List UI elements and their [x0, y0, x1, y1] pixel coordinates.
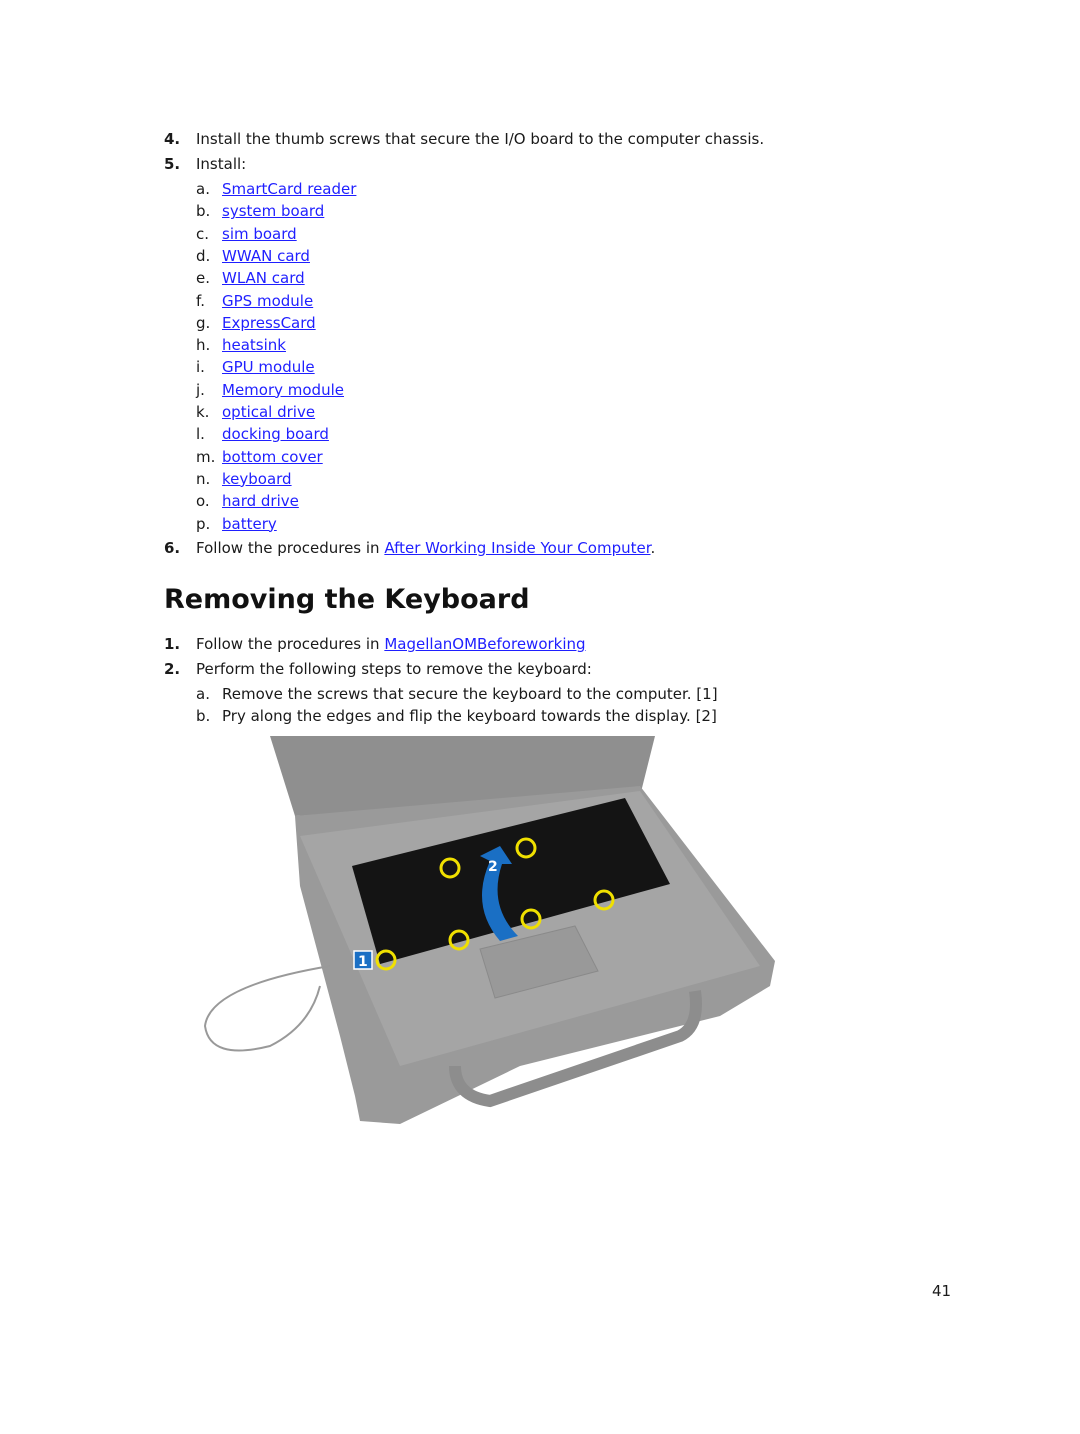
step-text: Perform the following steps to remove th… [196, 660, 592, 678]
install-item-link[interactable]: sim board [222, 225, 297, 243]
install-item-letter: j. [196, 380, 205, 399]
install-item: WWAN card [222, 246, 310, 266]
install-item-link[interactable]: GPU module [222, 358, 315, 376]
install-item-letter: i. [196, 358, 205, 377]
keyboard-removal-figure: 2 1 [203, 736, 775, 1124]
install-item: optical drive [222, 402, 315, 422]
install-item-link[interactable]: keyboard [222, 470, 292, 488]
step-number: 6. [164, 539, 181, 557]
install-item: GPS module [222, 291, 313, 311]
install-item: docking board [222, 424, 329, 444]
step-number: 5. [164, 155, 181, 173]
install-item: bottom cover [222, 447, 323, 467]
install-item-letter: o. [196, 492, 210, 511]
step-text: Install: [196, 155, 247, 173]
install-item-link[interactable]: WWAN card [222, 247, 310, 265]
after-working-link[interactable]: After Working Inside Your Computer [384, 539, 650, 557]
step-text: Install the thumb screws that secure the… [196, 130, 765, 148]
install-item-letter: f. [196, 291, 205, 310]
install-item-link[interactable]: GPS module [222, 292, 313, 310]
document-page: 4. Install the thumb screws that secure … [0, 0, 1080, 1434]
install-item-letter: p. [196, 514, 211, 533]
install-item: ExpressCard [222, 313, 316, 333]
install-item-link[interactable]: Memory module [222, 381, 344, 399]
install-item-link[interactable]: system board [222, 202, 324, 220]
install-item-letter: l. [196, 425, 205, 444]
install-item: heatsink [222, 335, 286, 355]
install-item: GPU module [222, 357, 315, 377]
step-text: Follow the procedures in After Working I… [196, 538, 655, 558]
step-number: 1. [164, 635, 181, 653]
install-item-letter: d. [196, 246, 211, 265]
substep-text: Pry along the edges and flip the keyboar… [222, 707, 717, 725]
stylus-tether [203, 965, 331, 1052]
install-item: sim board [222, 224, 297, 244]
page-number: 41 [932, 1282, 952, 1300]
install-item-link[interactable]: heatsink [222, 336, 286, 354]
step-number: 4. [164, 130, 181, 148]
substep-letter: a. [196, 685, 210, 703]
install-item-letter: g. [196, 313, 211, 332]
install-item-letter: e. [196, 269, 210, 288]
install-item-letter: n. [196, 469, 211, 488]
install-item-letter: c. [196, 224, 210, 243]
install-item-link[interactable]: ExpressCard [222, 314, 316, 332]
install-item-link[interactable]: SmartCard reader [222, 180, 356, 198]
before-working-link[interactable]: MagellanOMBeforeworking [384, 635, 585, 653]
install-item: SmartCard reader [222, 179, 356, 199]
install-item-link[interactable]: bottom cover [222, 448, 323, 466]
callout-2: 2 [488, 859, 498, 875]
install-item: system board [222, 201, 324, 221]
install-item-link[interactable]: battery [222, 515, 277, 533]
callout-1: 1 [358, 954, 368, 970]
step-text: Follow the procedures in MagellanOMBefor… [196, 634, 586, 654]
install-item: battery [222, 514, 277, 534]
install-item: Memory module [222, 380, 344, 400]
substep-letter: b. [196, 707, 211, 725]
install-item-link[interactable]: WLAN card [222, 269, 305, 287]
install-item: hard drive [222, 491, 299, 511]
install-item: keyboard [222, 469, 292, 489]
substep-text: Remove the screws that secure the keyboa… [222, 685, 718, 703]
install-item-letter: b. [196, 202, 211, 221]
step-number: 2. [164, 660, 181, 678]
install-item-letter: a. [196, 180, 210, 198]
period: . [650, 539, 656, 557]
step-text-prefix: Follow the procedures in [196, 635, 385, 653]
install-item-link[interactable]: hard drive [222, 492, 299, 510]
install-item-letter: m. [196, 447, 216, 466]
install-item: WLAN card [222, 268, 305, 288]
install-item-letter: k. [196, 403, 210, 421]
install-item-link[interactable]: docking board [222, 425, 329, 443]
install-item-letter: h. [196, 336, 211, 355]
step-text-prefix: Follow the procedures in [196, 539, 385, 557]
section-title: Removing the Keyboard [164, 584, 530, 615]
install-item-link[interactable]: optical drive [222, 403, 315, 421]
